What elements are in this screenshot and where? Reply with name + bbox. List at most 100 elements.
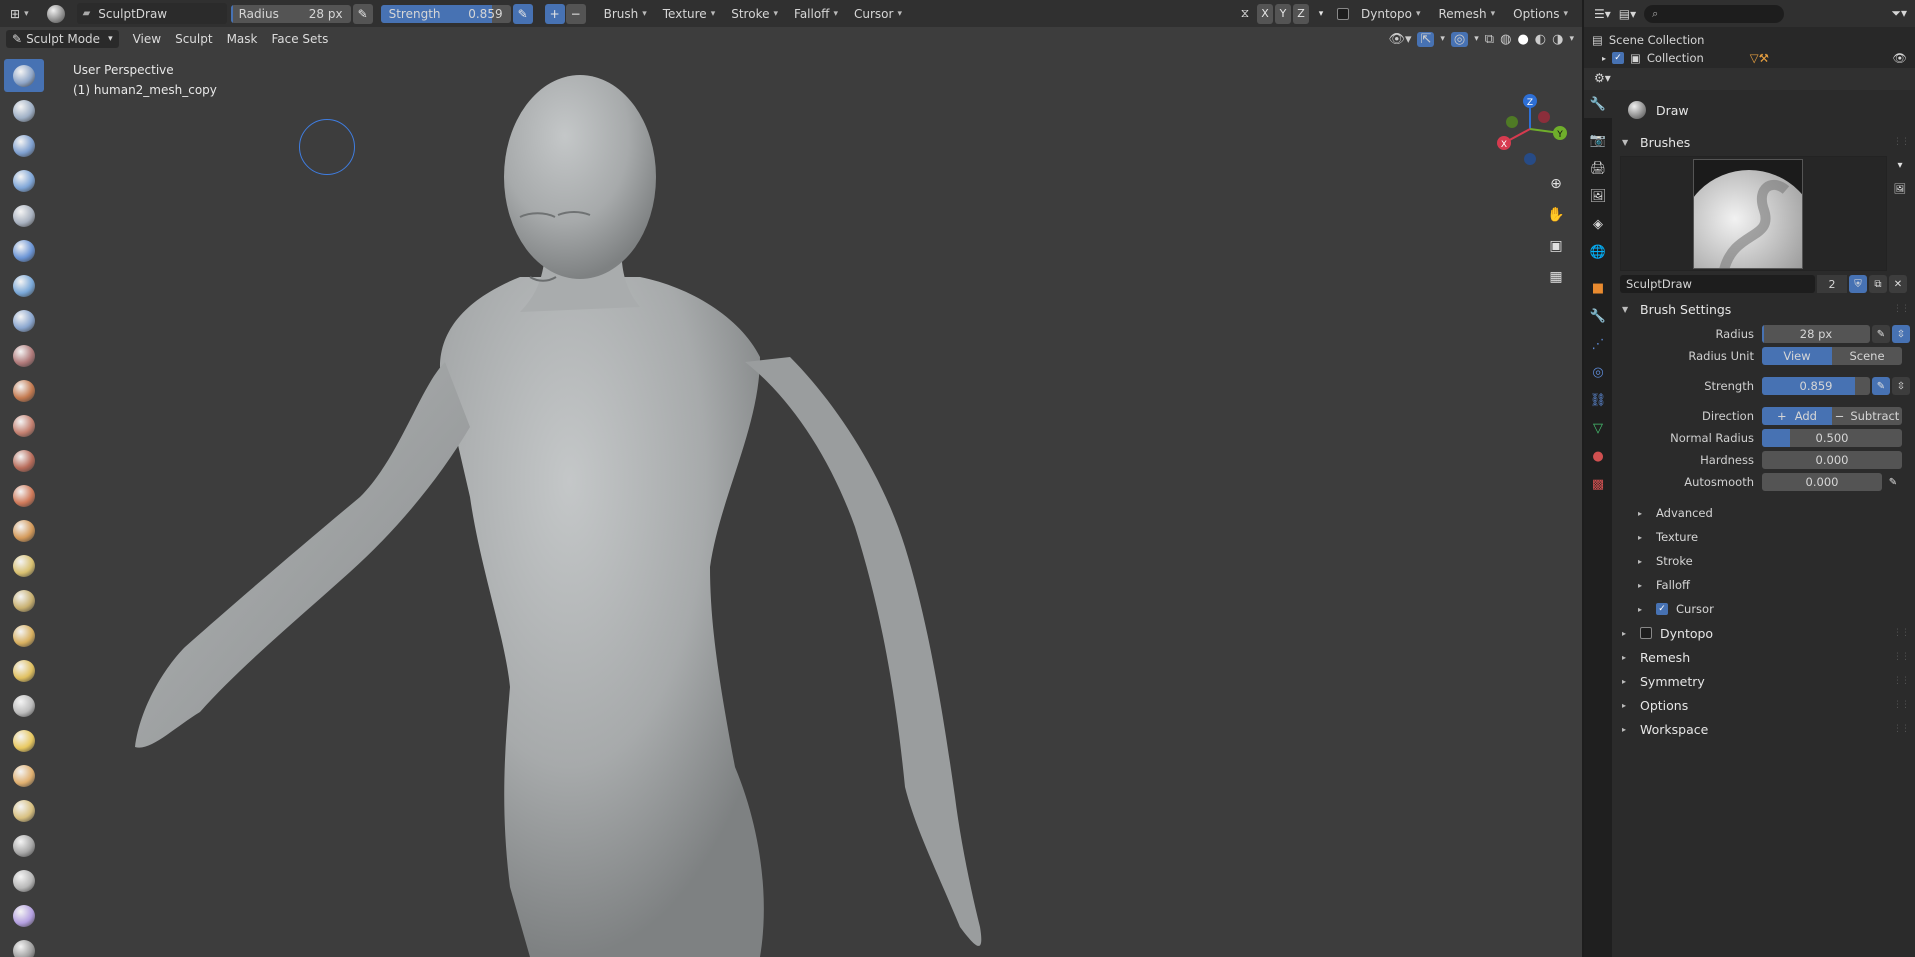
layer-icon[interactable]	[4, 234, 44, 267]
brush-preview-box[interactable]	[1620, 156, 1887, 271]
radius-slider[interactable]: Radius 28 px	[230, 4, 351, 23]
shading-dropdown-icon[interactable]: ▾	[1569, 34, 1574, 44]
radius-unit-scene-button[interactable]: Scene	[1832, 347, 1902, 365]
direction-add-button[interactable]: +	[544, 3, 565, 24]
brushes-panel-header[interactable]: ▼ Brushes ⋮⋮	[1612, 130, 1915, 154]
cursor-checkbox[interactable]: ✓	[1656, 603, 1668, 615]
clay-icon[interactable]	[4, 129, 44, 162]
falloff-subpanel[interactable]: ▸ Falloff	[1612, 573, 1915, 597]
editor-type-dropdown[interactable]: ⊞ ▾	[4, 3, 35, 24]
render-tab-icon[interactable]: 📷	[1584, 126, 1612, 154]
unlink-brush-icon[interactable]: ✕	[1889, 275, 1907, 293]
cursor-subpanel[interactable]: ▸ ✓ Cursor	[1612, 597, 1915, 621]
inflate-icon[interactable]	[4, 269, 44, 302]
radius-pressure-icon[interactable]: ✎	[352, 3, 373, 24]
brush-menu[interactable]: Brush ▾	[598, 3, 653, 24]
strength-field[interactable]: 0.859	[1762, 377, 1870, 395]
active-brush-icon[interactable]	[39, 3, 73, 24]
falloff-menu[interactable]: Falloff ▾	[788, 3, 844, 24]
rendered-shading-icon[interactable]: ◑	[1552, 32, 1563, 47]
options-menu[interactable]: Options ▾	[1507, 3, 1574, 24]
grab-icon[interactable]	[4, 584, 44, 617]
fake-user-shield-icon[interactable]: ⛨	[1849, 275, 1867, 293]
radius-lock-icon[interactable]: ⇳	[1892, 325, 1910, 343]
blob-icon[interactable]	[4, 304, 44, 337]
display-mode-icon[interactable]: ▤▾	[1619, 7, 1636, 21]
brush-list-dropdown-icon[interactable]: ▾	[1891, 156, 1909, 174]
gizmo-toggle-icon[interactable]: ⇱	[1417, 31, 1435, 47]
texture-menu[interactable]: Texture ▾	[657, 3, 721, 24]
draw-sharp-icon[interactable]	[4, 94, 44, 127]
clay-thumb-icon[interactable]	[4, 199, 44, 232]
grid-perspective-icon[interactable]: ▦	[1544, 265, 1568, 289]
symmetry-x-button[interactable]: X	[1257, 3, 1274, 24]
brush-users-count[interactable]: 2	[1817, 275, 1847, 293]
brush-datablock-name[interactable]: SculptDraw	[1620, 275, 1815, 293]
wireframe-shading-icon[interactable]: ◍	[1500, 32, 1511, 47]
collection-checkbox[interactable]: ✓	[1612, 52, 1625, 64]
radius-pressure-toggle-icon[interactable]: ✎	[1872, 325, 1890, 343]
scene-collection-row[interactable]: ▤ Scene Collection	[1592, 31, 1907, 49]
dyntopo-checkbox[interactable]	[1333, 4, 1353, 24]
crease-icon[interactable]	[4, 339, 44, 372]
sculpt-menu[interactable]: Sculpt	[169, 30, 218, 48]
camera-icon[interactable]: ▣	[1544, 234, 1568, 258]
multiplane-scrape-icon[interactable]	[4, 514, 44, 547]
symmetry-z-button[interactable]: Z	[1293, 3, 1310, 24]
autosmooth-field[interactable]: 0.000	[1762, 473, 1882, 491]
material-tab-icon[interactable]: ●	[1584, 442, 1612, 470]
outliner-editor-icon[interactable]: ☰▾	[1594, 7, 1611, 21]
stroke-menu[interactable]: Stroke ▾	[725, 3, 784, 24]
dyntopo-menu[interactable]: Dyntopo ▾	[1355, 3, 1426, 24]
simplify-icon[interactable]	[4, 934, 44, 957]
mask-menu[interactable]: Mask	[221, 30, 264, 48]
outliner-search-input[interactable]: ⌕	[1644, 4, 1785, 23]
cloth-icon[interactable]	[4, 899, 44, 932]
slide-relax-icon[interactable]	[4, 829, 44, 862]
visibility-icon[interactable]: 👁▾	[1388, 32, 1411, 47]
world-tab-icon[interactable]: 🌐	[1584, 238, 1612, 266]
flatten-icon[interactable]	[4, 409, 44, 442]
duplicate-brush-icon[interactable]: ⧉	[1869, 275, 1887, 293]
fill-icon[interactable]	[4, 444, 44, 477]
draw-brush-icon[interactable]	[4, 59, 44, 92]
eye-icon[interactable]: 👁	[1892, 51, 1907, 65]
smooth-icon[interactable]	[4, 374, 44, 407]
elastic-deform-icon[interactable]	[4, 619, 44, 652]
pose-icon[interactable]	[4, 724, 44, 757]
boundary-icon[interactable]	[4, 864, 44, 897]
symmetry-y-button[interactable]: Y	[1275, 3, 1292, 24]
view-menu[interactable]: View	[127, 30, 167, 48]
symmetry-panel-header[interactable]: ▸ Symmetry ⋮⋮	[1612, 669, 1915, 693]
constraints-tab-icon[interactable]: ⛓	[1584, 386, 1612, 414]
brush-datablock-field[interactable]: ▰ SculptDraw	[76, 3, 227, 24]
strength-pressure-toggle-icon[interactable]: ✎	[1872, 377, 1890, 395]
direction-subtract-button[interactable]: −	[565, 3, 586, 24]
advanced-subpanel[interactable]: ▸ Advanced	[1612, 501, 1915, 525]
strength-pressure-icon[interactable]: ✎	[512, 3, 533, 24]
remesh-menu[interactable]: Remesh ▾	[1433, 3, 1502, 24]
symmetry-dropdown-icon[interactable]: ▾	[1311, 4, 1331, 24]
scene-tab-icon[interactable]: ◈	[1584, 210, 1612, 238]
tool-tab-icon[interactable]: 🔧	[1584, 90, 1612, 118]
properties-editor-icon[interactable]: ⚙▾	[1594, 71, 1611, 85]
stroke-subpanel[interactable]: ▸ Stroke	[1612, 549, 1915, 573]
filter-icon[interactable]: ⏷▾	[1891, 6, 1907, 21]
collection-row[interactable]: ▸ ✓ ▣ Collection ▽⚒ 👁	[1592, 49, 1907, 67]
direction-add-option[interactable]: + Add	[1762, 407, 1832, 425]
pan-hand-icon[interactable]: ✋	[1544, 203, 1568, 227]
radius-unit-view-button[interactable]: View	[1762, 347, 1832, 365]
nudge-icon[interactable]	[4, 759, 44, 792]
strength-lock-icon[interactable]: ⇳	[1892, 377, 1910, 395]
normal-radius-field[interactable]: 0.500	[1762, 429, 1902, 447]
scrape-icon[interactable]	[4, 479, 44, 512]
thumb-icon[interactable]	[4, 689, 44, 722]
remesh-panel-header[interactable]: ▸ Remesh ⋮⋮	[1612, 645, 1915, 669]
zoom-icon[interactable]: ⊕	[1544, 172, 1568, 196]
direction-subtract-option[interactable]: − Subtract	[1832, 407, 1902, 425]
hardness-field[interactable]: 0.000	[1762, 451, 1902, 469]
options-panel-header[interactable]: ▸ Options ⋮⋮	[1612, 693, 1915, 717]
brush-settings-panel-header[interactable]: ▼ Brush Settings ⋮⋮	[1612, 297, 1915, 321]
expand-arrow-icon[interactable]: ▸	[1602, 54, 1606, 63]
face-sets-menu[interactable]: Face Sets	[265, 30, 334, 48]
